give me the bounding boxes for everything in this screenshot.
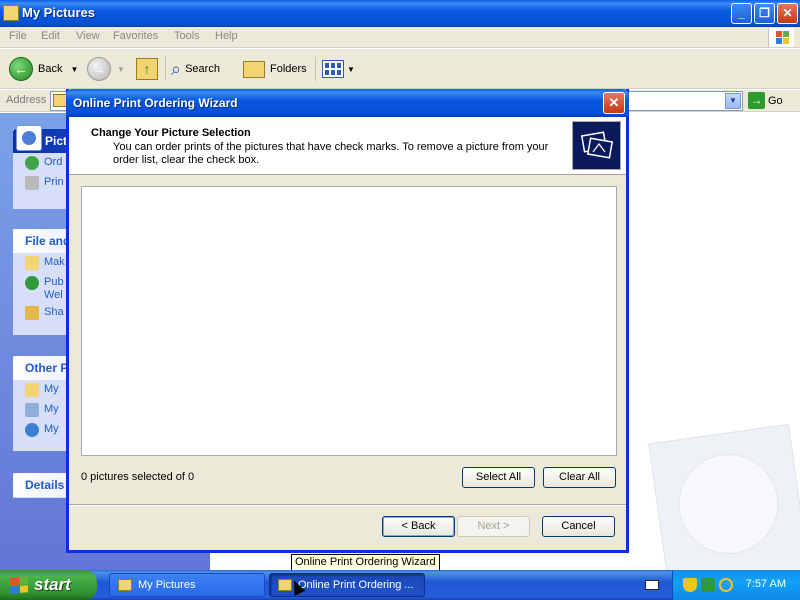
task-label: My Pictures (138, 579, 196, 591)
chevron-down-icon[interactable]: ▼ (70, 65, 78, 74)
menu-help[interactable]: Help (215, 30, 238, 42)
go-label: Go (768, 94, 783, 107)
standard-toolbar: ← Back ▼ → ▼ ↑ ⌕ Search Folders ▼ (0, 49, 800, 89)
close-button[interactable]: ✕ (777, 3, 798, 24)
explorer-titlebar[interactable]: My Pictures _ ❐ ✕ (0, 0, 800, 27)
back-button[interactable]: ← Back ▼ (9, 56, 78, 82)
cancel-button[interactable]: Cancel (542, 516, 615, 537)
views-button[interactable]: ▼ (322, 56, 355, 82)
menu-file[interactable]: File (9, 30, 27, 42)
windows-logo-icon (10, 576, 28, 594)
documents-icon (25, 383, 39, 397)
task-label: Prin (44, 176, 64, 188)
maximize-button[interactable]: ❐ (754, 3, 775, 24)
share-folder-icon (25, 306, 39, 320)
keyboard-icon[interactable] (645, 580, 659, 590)
folders-label: Folders (270, 63, 307, 75)
clock: 7:57 AM (745, 578, 786, 590)
printer-icon (25, 176, 39, 190)
go-button[interactable]: → Go (748, 92, 783, 109)
folder-up-icon: ↑ (136, 58, 158, 80)
computer-icon (25, 403, 39, 417)
address-dropdown-button[interactable]: ▼ (725, 93, 741, 109)
forward-arrow-icon: → (87, 57, 111, 81)
back-label: Back (38, 63, 63, 75)
place-label: My (44, 423, 59, 435)
search-label: Search (185, 63, 220, 75)
task-label: Ord (44, 156, 63, 168)
details-title: Details (25, 478, 65, 492)
picture-selection-list[interactable] (81, 186, 617, 456)
search-icon: ⌕ (171, 58, 182, 79)
wizard-step-title: Change Your Picture Selection (91, 127, 251, 139)
order-prints-icon (25, 156, 39, 170)
wizard-divider (69, 504, 626, 506)
selection-status: 0 pictures selected of 0 (81, 471, 195, 483)
globe-icon (25, 276, 39, 290)
back-button[interactable]: < Back (382, 516, 455, 537)
network-icon (25, 423, 39, 437)
wizard-step-description: You can order prints of the pictures tha… (113, 141, 549, 166)
wizard-header: Change Your Picture Selection You can or… (69, 117, 626, 175)
folder-icon (3, 5, 19, 21)
address-label: Address (6, 94, 47, 106)
go-arrow-icon: → (748, 92, 765, 109)
wizard-photos-icon (572, 121, 621, 170)
menu-view[interactable]: View (76, 30, 100, 42)
online-print-wizard-dialog: Online Print Ordering Wizard ✕ Change Yo… (66, 89, 629, 553)
system-tray: 7:57 AM (672, 570, 800, 600)
wizard-close-button[interactable]: ✕ (603, 92, 625, 114)
task-label: Pub (44, 276, 64, 288)
select-all-button[interactable]: Select All (462, 467, 535, 488)
taskbar-tooltip: Online Print Ordering Wizard (291, 554, 440, 571)
file-tasks-title: File and (25, 234, 71, 248)
folders-button[interactable]: Folders (243, 56, 307, 82)
next-button[interactable]: Next > (457, 516, 530, 537)
pictures-watermark (648, 423, 800, 593)
wizard-titlebar[interactable]: Online Print Ordering Wizard ✕ (66, 89, 629, 117)
folder-icon (118, 579, 132, 591)
place-label: My (44, 403, 59, 415)
security-shield-icon[interactable] (683, 578, 697, 592)
folders-icon (243, 60, 265, 78)
new-folder-icon (25, 256, 39, 270)
menu-edit[interactable]: Edit (41, 30, 60, 42)
task-label: Mak (44, 256, 65, 268)
start-label: start (34, 575, 71, 594)
forward-button[interactable]: → ▼ (87, 56, 125, 82)
pictures-folder-icon (16, 125, 42, 151)
up-button[interactable]: ↑ (136, 56, 158, 82)
window-title: My Pictures (22, 5, 95, 20)
taskbar: start My Pictures Online Print Ordering … (0, 570, 800, 600)
search-icon[interactable] (719, 578, 733, 592)
menu-bar: File Edit View Favorites Tools Help (0, 27, 800, 48)
menu-tools[interactable]: Tools (174, 30, 200, 42)
folder-icon (53, 94, 67, 107)
clear-all-button[interactable]: Clear All (543, 467, 616, 488)
task-label: Online Print Ordering ... (298, 579, 414, 591)
task-label: Wel (44, 289, 63, 301)
taskbar-item-my-pictures[interactable]: My Pictures (109, 573, 265, 597)
wizard-title: Online Print Ordering Wizard (73, 96, 238, 110)
other-places-title: Other P (25, 361, 69, 375)
picture-tasks-title: Pict (45, 134, 68, 148)
chevron-down-icon[interactable]: ▼ (347, 65, 355, 74)
menu-favorites[interactable]: Favorites (113, 30, 158, 42)
task-label: Sha (44, 306, 64, 318)
back-arrow-icon: ← (9, 57, 33, 81)
place-label: My (44, 383, 59, 395)
start-button[interactable]: start (0, 570, 97, 600)
chevron-down-icon[interactable]: ▼ (117, 65, 125, 74)
views-icon (322, 60, 344, 78)
minimize-button[interactable]: _ (731, 3, 752, 24)
search-button[interactable]: ⌕ Search (171, 56, 220, 82)
windows-logo-icon (768, 28, 794, 47)
network-icon[interactable] (701, 578, 715, 592)
